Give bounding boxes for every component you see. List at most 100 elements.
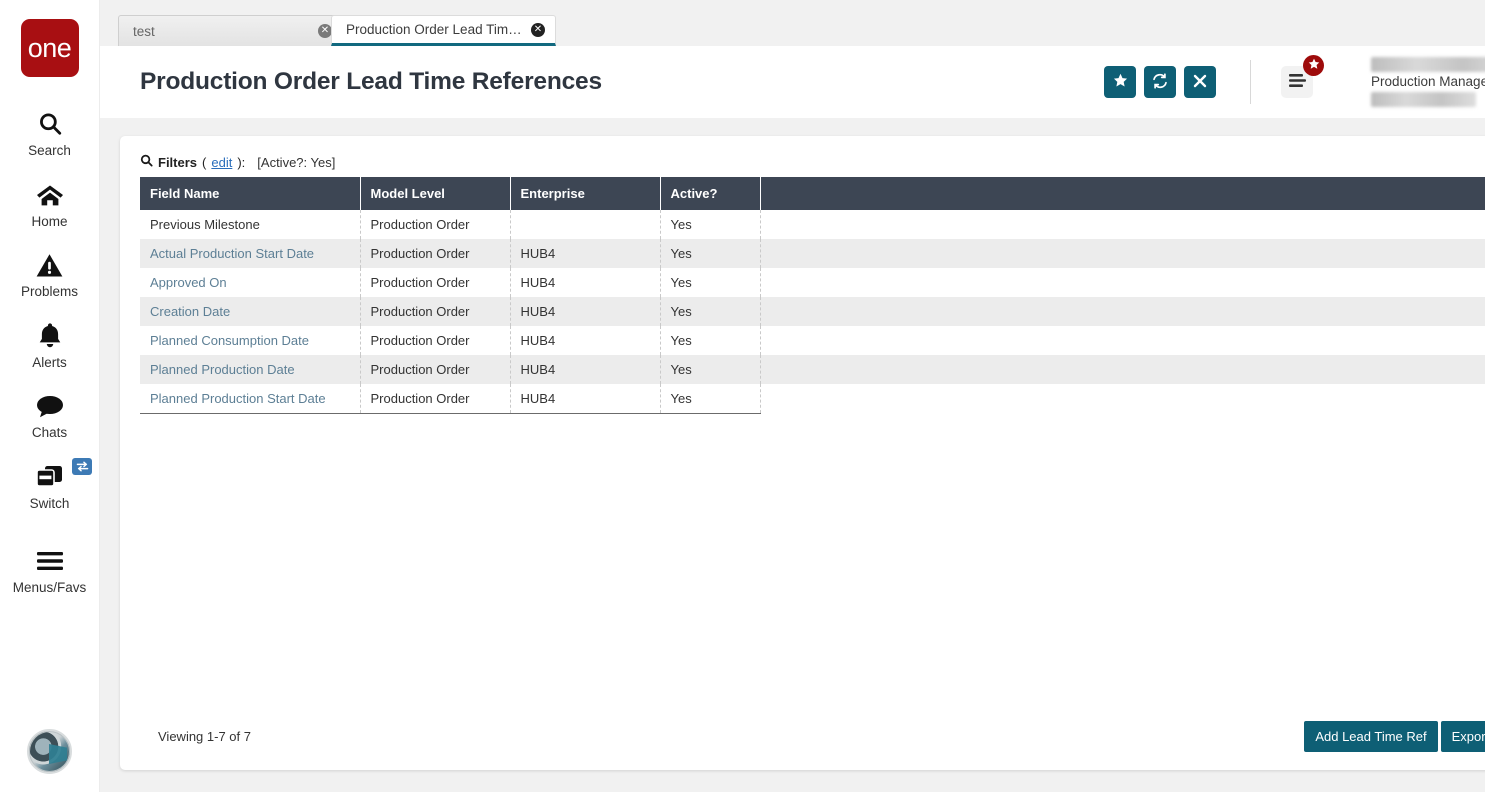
user-role: Production Manager <box>1371 74 1485 89</box>
header-divider <box>1250 60 1251 104</box>
cell-field-name: Creation Date <box>140 297 361 326</box>
cell-model-level: Production Order <box>360 355 511 384</box>
field-name-link[interactable]: Actual Production Start Date <box>150 246 314 261</box>
tab-strip: test ✕ Production Order Lead Time Ref...… <box>100 0 1485 46</box>
cell-active: Yes <box>660 239 761 268</box>
column-header-enterprise[interactable]: Enterprise <box>510 177 661 210</box>
user-name-redacted <box>1371 57 1485 72</box>
cell-active: Yes <box>660 210 761 239</box>
cell-enterprise <box>510 210 661 239</box>
refresh-button[interactable] <box>1144 66 1176 98</box>
cell-enterprise: HUB4 <box>510 268 661 297</box>
table-row[interactable]: Planned Production Date Production Order… <box>140 355 1485 384</box>
sidebar-label-switch: Switch <box>29 495 70 511</box>
table-row[interactable]: Creation Date Production Order HUB4 Yes <box>140 297 1485 326</box>
table-row[interactable]: Approved On Production Order HUB4 Yes <box>140 268 1485 297</box>
cell-active: Yes <box>660 384 761 414</box>
sidebar-label-alerts: Alerts <box>32 354 67 370</box>
cell-model-level: Production Order <box>360 384 511 414</box>
export-to-csv-button[interactable]: Export to CSV <box>1440 721 1485 752</box>
filters-bar: Filters ( edit ): [Active?: Yes] <box>140 154 1485 177</box>
close-circle-icon[interactable]: ✕ <box>531 22 545 37</box>
column-header-active[interactable]: Active? <box>660 177 761 210</box>
user-menu[interactable]: Production Manager <box>1371 57 1485 107</box>
chat-bubble-icon <box>36 391 64 421</box>
column-header-model-level[interactable]: Model Level <box>360 177 511 210</box>
cell-spacer <box>760 210 1485 239</box>
swap-arrows-icon[interactable] <box>72 457 92 475</box>
header-actions <box>1104 66 1216 98</box>
close-button[interactable] <box>1184 66 1216 98</box>
table-row[interactable]: Actual Production Start Date Production … <box>140 239 1485 268</box>
user-text-block: Production Manager <box>1371 57 1485 107</box>
cell-spacer <box>760 297 1485 326</box>
cell-enterprise: HUB4 <box>510 326 661 355</box>
card-footer: Viewing 1-7 of 7 Add Lead Time Ref Expor… <box>140 721 1485 770</box>
cell-spacer <box>760 326 1485 355</box>
field-name-link[interactable]: Approved On <box>150 275 227 290</box>
avatar[interactable] <box>27 729 72 774</box>
cell-spacer <box>760 239 1485 268</box>
field-name-text: Previous Milestone <box>150 217 260 232</box>
tab-active-label: Production Order Lead Time Ref... <box>346 22 523 37</box>
table-row[interactable]: Planned Production Start Date Production… <box>140 384 1485 414</box>
hamburger-icon <box>36 546 64 576</box>
sidebar-item-search[interactable]: Search <box>0 97 99 168</box>
search-icon <box>140 154 153 170</box>
table-row[interactable]: Planned Consumption Date Production Orde… <box>140 326 1485 355</box>
sidebar-item-switch[interactable]: Switch <box>0 450 99 521</box>
cell-active: Yes <box>660 268 761 297</box>
filters-label: Filters <box>158 154 198 170</box>
app-logo[interactable]: one <box>20 19 79 77</box>
sidebar-item-menus-favs[interactable]: Menus/Favs <box>0 534 99 605</box>
cell-field-name: Previous Milestone <box>140 210 361 239</box>
cell-field-name: Approved On <box>140 268 361 297</box>
cell-active: Yes <box>660 297 761 326</box>
lead-time-references-table: Field Name Model Level Enterprise Active… <box>140 177 1485 414</box>
bell-icon <box>38 321 62 351</box>
user-org-redacted <box>1371 92 1476 107</box>
cell-enterprise: HUB4 <box>510 384 661 414</box>
filters-values: [Active?: Yes] <box>257 154 336 170</box>
favorite-button[interactable] <box>1104 66 1136 98</box>
warning-triangle-icon <box>36 250 63 280</box>
field-name-link[interactable]: Planned Production Date <box>150 362 295 377</box>
close-circle-icon[interactable]: ✕ <box>318 24 332 38</box>
cell-enterprise: HUB4 <box>510 355 661 384</box>
column-header-spacer <box>760 177 1485 210</box>
table-header-row: Field Name Model Level Enterprise Active… <box>140 177 1485 210</box>
table-header: Field Name Model Level Enterprise Active… <box>140 177 1485 210</box>
sidebar-item-problems[interactable]: Problems <box>0 238 99 309</box>
sidebar-item-chats[interactable]: Chats <box>0 379 99 450</box>
main-menu-button[interactable] <box>1281 55 1324 98</box>
tab-test[interactable]: test ✕ <box>118 15 343 46</box>
cell-model-level: Production Order <box>360 239 511 268</box>
cell-enterprise: HUB4 <box>510 297 661 326</box>
favorites-badge <box>1303 55 1324 76</box>
filters-open-paren: ( <box>202 154 207 170</box>
field-name-link[interactable]: Planned Production Start Date <box>150 391 326 406</box>
field-name-link[interactable]: Creation Date <box>150 304 230 319</box>
cell-active: Yes <box>660 326 761 355</box>
tab-production-order-lead-time-ref[interactable]: Production Order Lead Time Ref... ✕ <box>331 15 556 46</box>
star-icon <box>1113 73 1128 91</box>
star-icon <box>1308 58 1320 73</box>
add-lead-time-ref-button[interactable]: Add Lead Time Ref <box>1304 721 1438 752</box>
cell-active: Yes <box>660 355 761 384</box>
cell-field-name: Actual Production Start Date <box>140 239 361 268</box>
sidebar-nav: Search Home Problems Alerts Chats Switch… <box>0 97 99 605</box>
column-header-field-name[interactable]: Field Name <box>140 177 361 210</box>
sidebar-label-chats: Chats <box>31 425 68 440</box>
content-card: Filters ( edit ): [Active?: Yes] Field N… <box>120 136 1485 770</box>
sidebar-item-alerts[interactable]: Alerts <box>0 309 99 380</box>
table-body: Previous Milestone Production Order Yes … <box>140 210 1485 414</box>
filters-edit-link[interactable]: edit <box>211 155 232 170</box>
cell-enterprise: HUB4 <box>510 239 661 268</box>
page-title: Production Order Lead Time References <box>140 68 602 95</box>
field-name-link[interactable]: Planned Consumption Date <box>150 333 309 348</box>
sidebar-item-home[interactable]: Home <box>0 168 99 239</box>
cell-model-level: Production Order <box>360 210 511 239</box>
sidebar-label-search: Search <box>28 143 71 158</box>
table-row[interactable]: Previous Milestone Production Order Yes <box>140 210 1485 239</box>
left-sidebar: one Search Home Problems Alerts Chats Sw… <box>0 0 100 792</box>
